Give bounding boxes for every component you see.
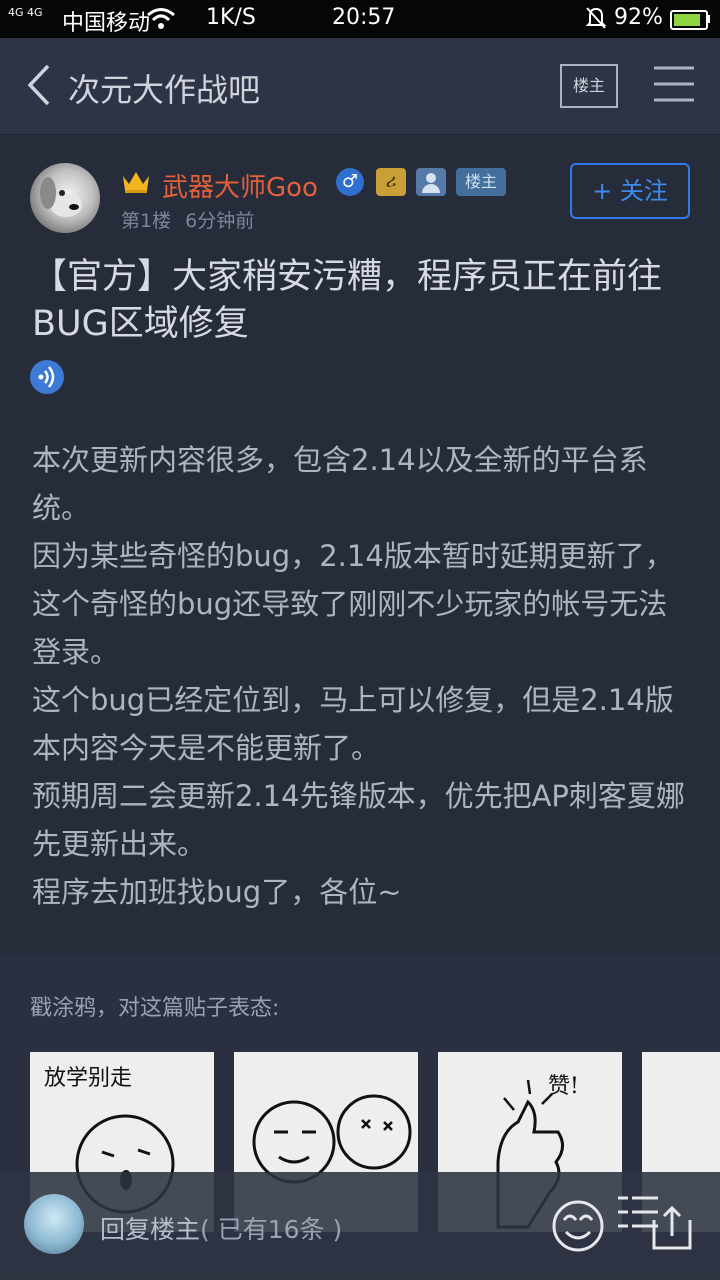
network-speed: 1K/S bbox=[206, 5, 256, 30]
battery-icon bbox=[670, 10, 708, 30]
sticker-caption: 放学别走 bbox=[44, 1066, 133, 1091]
body-paragraph: 因为某些奇怪的bug，2.14版本暂时延期更新了，这个奇怪的bug还导致了刚刚不… bbox=[32, 539, 674, 669]
dog-avatar-icon bbox=[40, 177, 82, 217]
post-body: 本次更新内容很多，包含2.14以及全新的平台系统。 因为某些奇怪的bug，2.1… bbox=[32, 436, 692, 916]
reply-input[interactable]: 回复楼主( 已有16条 ) bbox=[100, 1210, 342, 1246]
louzhu-badge: 楼主 bbox=[456, 168, 506, 196]
battery-percent: 92% bbox=[614, 5, 663, 30]
body-paragraph: 本次更新内容很多，包含2.14以及全新的平台系统。 bbox=[32, 443, 648, 525]
member-icon bbox=[416, 168, 446, 196]
clock: 20:57 bbox=[332, 5, 396, 30]
my-avatar[interactable] bbox=[24, 1194, 84, 1254]
back-arrow-icon[interactable] bbox=[22, 62, 68, 108]
menu-icon[interactable] bbox=[652, 64, 696, 104]
emoji-icon[interactable] bbox=[548, 1194, 608, 1254]
level-badge: ሪ bbox=[376, 168, 406, 196]
body-paragraph: 预期周二会更新2.14先锋版本，优先把AP刺客夏娜先更新出来。 bbox=[32, 779, 685, 861]
post-title: 【官方】大家稍安污糟，程序员正在前往BUG区域修复 bbox=[32, 257, 663, 344]
follow-button[interactable]: + 关注 bbox=[570, 163, 690, 219]
body-paragraph: 这个bug已经定位到，马上可以修复，但是2.14版本内容今天是不能更新了。 bbox=[32, 683, 674, 765]
status-bar: 4G 4G 中国移动 1K/S 20:57 92% bbox=[0, 0, 720, 38]
nav-bar: 次元大作战吧 楼主 bbox=[0, 38, 720, 135]
crown-icon bbox=[123, 172, 149, 193]
author-avatar[interactable] bbox=[30, 163, 100, 233]
post-meta: 第1楼 6分钟前 bbox=[121, 206, 254, 233]
post-time: 6分钟前 bbox=[185, 210, 255, 232]
author-name[interactable]: 武器大师Goo bbox=[162, 167, 318, 204]
reply-label: 回复楼主 bbox=[100, 1215, 201, 1244]
forum-title: 次元大作战吧 bbox=[68, 71, 261, 109]
floor-number: 第1楼 bbox=[121, 210, 172, 232]
sticker-caption: 赞! bbox=[548, 1074, 579, 1099]
reply-count: ( 已有16条 ) bbox=[200, 1215, 343, 1244]
carrier-label: 中国移动 bbox=[62, 11, 151, 36]
share-menu-icon[interactable] bbox=[616, 1192, 696, 1254]
body-paragraph: 程序去加班找bug了，各位~ bbox=[32, 875, 402, 909]
voice-icon[interactable] bbox=[30, 360, 64, 394]
male-gender-icon: ♂ bbox=[336, 168, 364, 196]
battery-tip bbox=[707, 15, 710, 23]
only-louzhu-button[interactable]: 楼主 bbox=[560, 64, 618, 108]
mute-bell-icon bbox=[585, 7, 607, 29]
wifi-icon bbox=[147, 8, 175, 29]
doodle-label: 戳涂鸦，对这篇贴子表态: bbox=[30, 996, 280, 1021]
signal-indicator: 4G 4G bbox=[8, 6, 43, 19]
